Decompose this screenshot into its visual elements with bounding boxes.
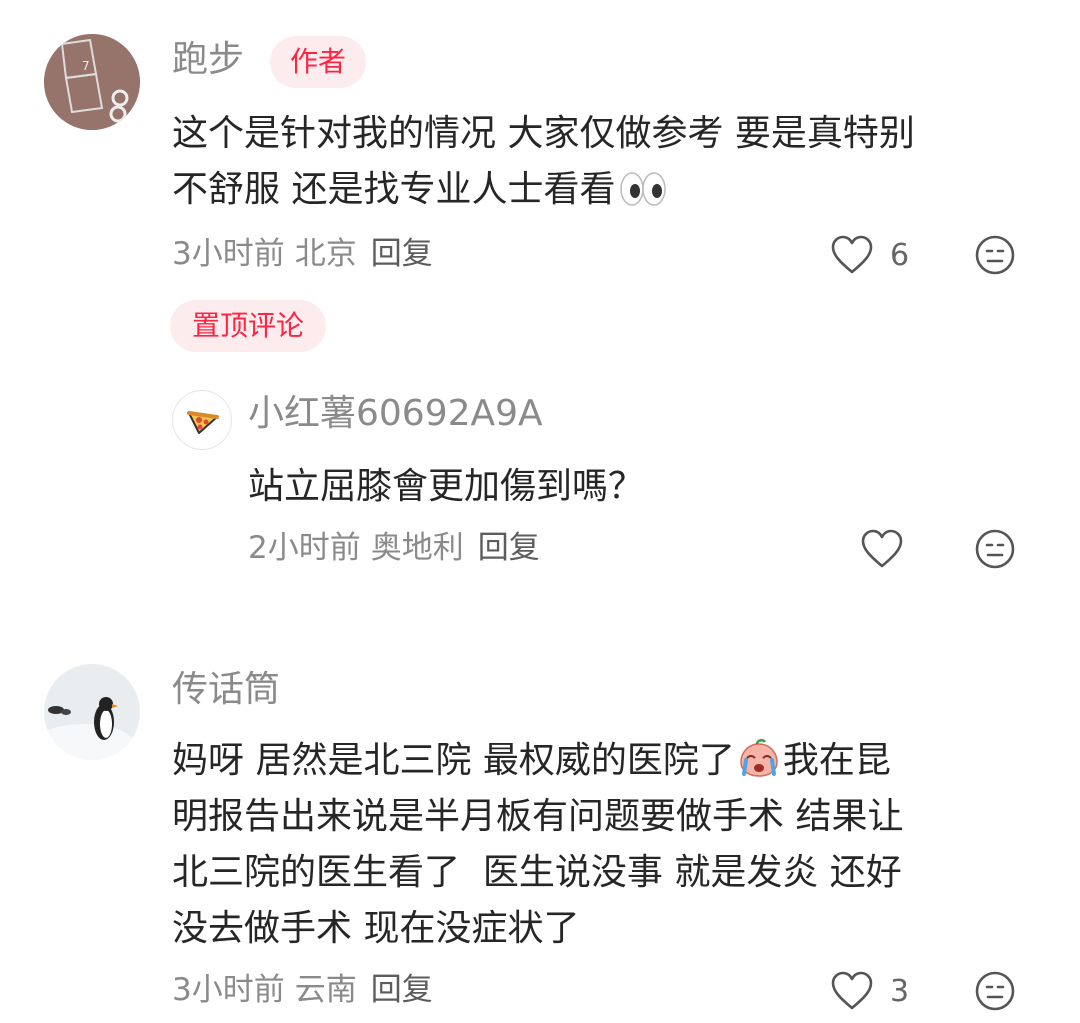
heart-icon bbox=[831, 971, 873, 1010]
dislike-face-icon bbox=[975, 235, 1015, 275]
comment-text-line: 这个是针对我的情况 大家仅做参考 要是真特别 bbox=[172, 113, 915, 154]
reply-time: 2小时前 bbox=[248, 530, 361, 566]
dislike-face-icon bbox=[975, 971, 1015, 1011]
comment-text-segment: 不舒服 还是找专业人士看看 bbox=[172, 169, 616, 210]
comment-text-line: 没去做手术 现在没症状了 bbox=[172, 908, 580, 949]
comment-author[interactable]: 传话筒 bbox=[172, 668, 280, 712]
heart-icon bbox=[831, 235, 873, 274]
comment-meta: 3小时前 云南 回复 bbox=[172, 970, 433, 1010]
reply-location: 奥地利 bbox=[370, 530, 464, 566]
comment-text-line: 不舒服 还是找专业人士看看 bbox=[172, 162, 1052, 218]
dislike-face-icon bbox=[975, 529, 1015, 569]
avatar-image bbox=[44, 664, 140, 760]
eyes-emoji bbox=[619, 171, 667, 207]
comment-text-line: 北三院的医生看了 医生说没事 就是发炎 还好 bbox=[172, 852, 902, 893]
crying-emoji bbox=[737, 738, 781, 778]
dislike-button[interactable] bbox=[974, 970, 1016, 1012]
pizza-icon bbox=[187, 411, 219, 434]
reply-text: 站立屈膝會更加傷到嗎？ bbox=[248, 466, 645, 507]
dislike-button[interactable] bbox=[974, 234, 1016, 276]
heart-icon bbox=[861, 529, 903, 568]
like-count: 6 bbox=[890, 238, 910, 273]
comment-text-line: 妈呀 居然是北三院 最权威的医院了 我在昆 bbox=[172, 733, 1052, 789]
author-badge: 作者 bbox=[270, 36, 366, 88]
comment-text: 妈呀 居然是北三院 最权威的医院了 我在昆 明报告出来说是半月板有问题要做手术 … bbox=[172, 733, 1052, 957]
dislike-button[interactable] bbox=[974, 528, 1016, 570]
reply-button[interactable]: 回复 bbox=[371, 972, 433, 1008]
like-count: 3 bbox=[890, 974, 910, 1009]
like-button[interactable] bbox=[830, 970, 874, 1012]
reply-author[interactable]: 小红薯60692A9A bbox=[248, 392, 543, 436]
avatar[interactable] bbox=[44, 664, 140, 760]
reply-meta: 2小时前 奥地利 回复 bbox=[248, 528, 540, 568]
reply-button[interactable]: 回复 bbox=[371, 236, 433, 272]
comment-time: 3小时前 bbox=[172, 236, 285, 272]
comment-text-line: 明报告出来说是半月板有问题要做手术 结果让 bbox=[172, 796, 904, 837]
comment-text: 这个是针对我的情况 大家仅做参考 要是真特别 不舒服 还是找专业人士看看 bbox=[172, 106, 1052, 218]
like-button[interactable] bbox=[830, 234, 874, 276]
like-button[interactable] bbox=[860, 528, 904, 570]
comment-meta: 3小时前 北京 回复 bbox=[172, 234, 433, 274]
comment-time: 3小时前 bbox=[172, 972, 285, 1008]
avatar-image: 7 bbox=[44, 34, 140, 130]
pinned-badge: 置顶评论 bbox=[170, 300, 326, 352]
comment-author[interactable]: 跑步 bbox=[172, 38, 244, 82]
svg-text:7: 7 bbox=[82, 59, 90, 73]
reply-button[interactable]: 回复 bbox=[478, 530, 540, 566]
comment-text-segment: 妈呀 居然是北三院 最权威的医院了 bbox=[172, 740, 735, 781]
comment-location: 云南 bbox=[294, 972, 357, 1008]
avatar[interactable] bbox=[172, 390, 232, 450]
comment-location: 北京 bbox=[294, 236, 357, 272]
avatar[interactable]: 7 bbox=[44, 34, 140, 130]
comment-text-segment: 我在昆 bbox=[782, 740, 891, 781]
